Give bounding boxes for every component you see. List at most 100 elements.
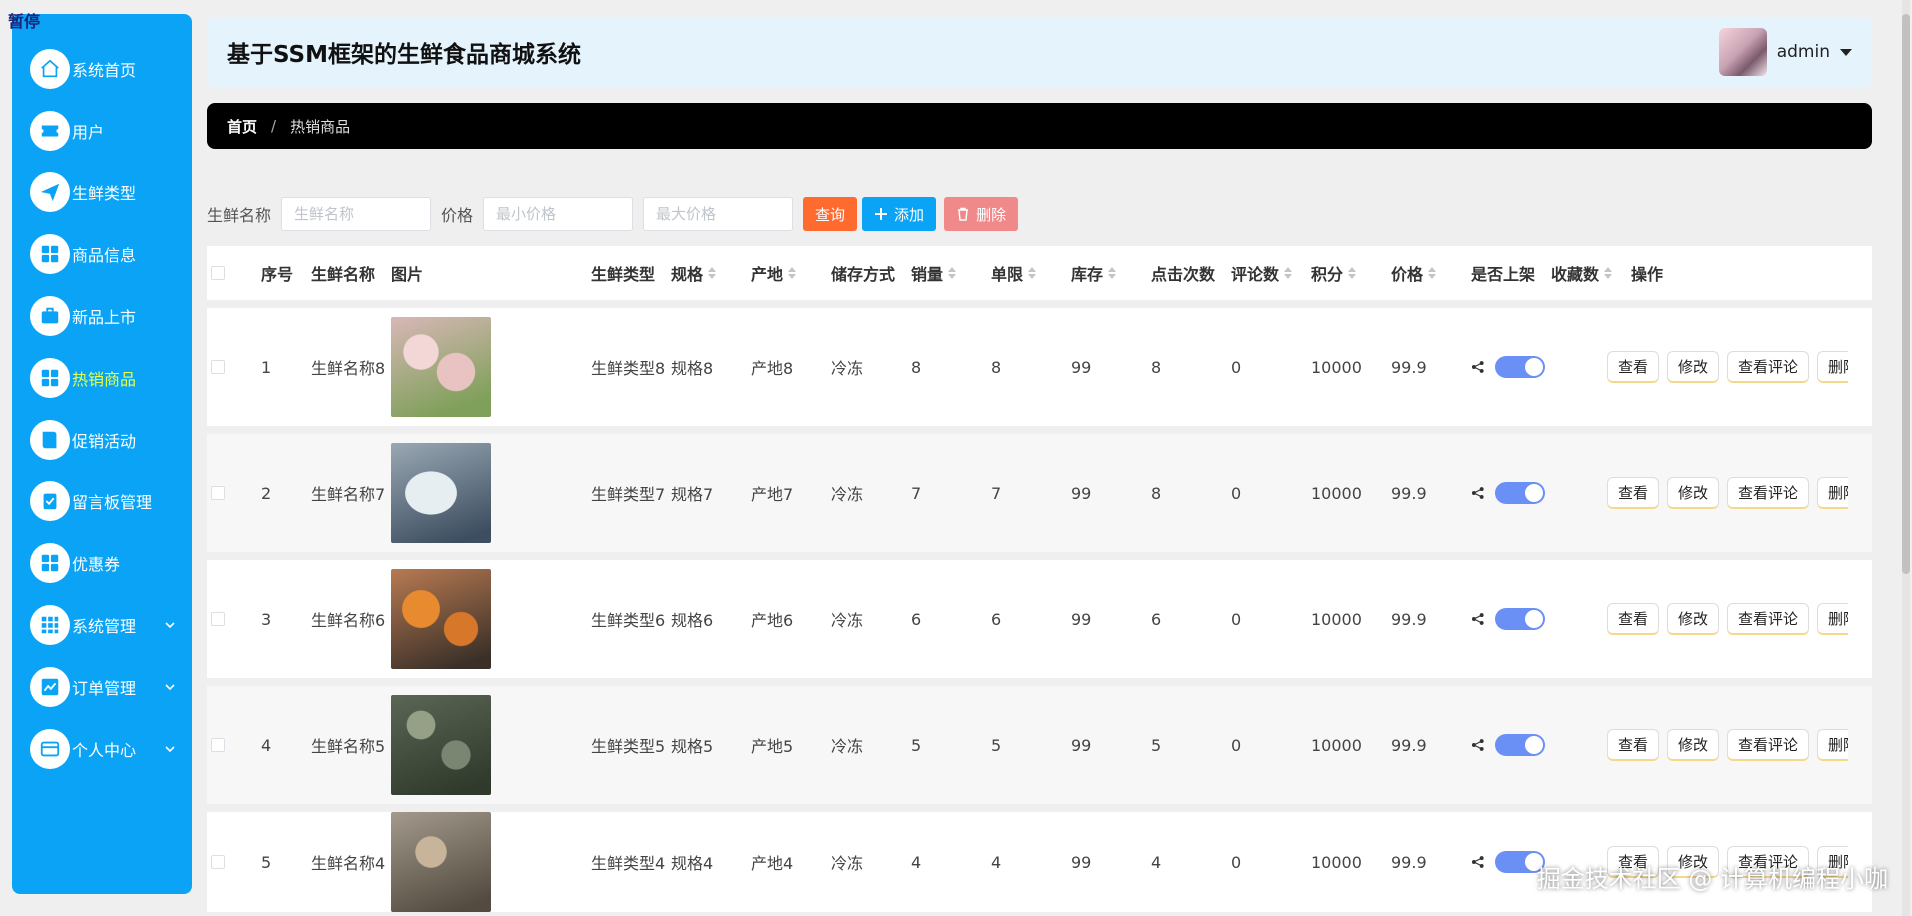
header-storage: 储存方式: [831, 261, 911, 285]
share-icon[interactable]: [1471, 855, 1485, 869]
sidebar-item-0[interactable]: 系统首页: [12, 38, 192, 100]
view-button[interactable]: 查看: [1607, 351, 1660, 383]
row-checkbox[interactable]: [211, 855, 225, 869]
breadcrumb-home[interactable]: 首页: [227, 116, 257, 137]
cell-sales: 7: [911, 484, 991, 503]
sidebar-item-2[interactable]: 生鲜类型: [12, 162, 192, 224]
clicks-value: 4: [1151, 852, 1162, 872]
row-delete-button[interactable]: 删除: [1817, 603, 1848, 635]
view-comments-button[interactable]: 查看评论: [1727, 477, 1810, 509]
sort-icon[interactable]: [788, 267, 797, 279]
share-icon[interactable]: [1471, 738, 1485, 752]
sidebar-item-4[interactable]: 新品上市: [12, 285, 192, 347]
type-value: 生鲜类型7: [591, 485, 666, 504]
avatar[interactable]: [1718, 28, 1767, 76]
sort-icon[interactable]: [1348, 267, 1357, 279]
on-shelf-toggle[interactable]: [1494, 608, 1545, 630]
price-value: 99.9: [1391, 735, 1427, 755]
sort-icon[interactable]: [948, 267, 957, 279]
header-label: 产地: [751, 265, 784, 284]
sort-icon[interactable]: [1108, 267, 1117, 279]
sort-icon[interactable]: [1604, 267, 1613, 279]
cell-name: 生鲜名称7: [311, 481, 391, 505]
sort-icon[interactable]: [1284, 267, 1293, 279]
row-checkbox[interactable]: [211, 486, 225, 500]
sidebar-item-7[interactable]: 留言板管理: [12, 471, 192, 533]
row-delete-button[interactable]: 删除: [1817, 351, 1848, 383]
row-delete-button[interactable]: 删除: [1817, 477, 1848, 509]
cell-type: 生鲜类型4: [591, 850, 671, 874]
sort-icon[interactable]: [1028, 267, 1037, 279]
chevron-down-icon[interactable]: [164, 681, 176, 693]
cell-limit: 6: [991, 610, 1071, 629]
header-label: 价格: [1391, 265, 1424, 284]
sidebar-item-1[interactable]: 用户: [12, 100, 192, 162]
cell-origin: 产地7: [751, 481, 831, 505]
sidebar-item-5[interactable]: 热销商品: [12, 347, 192, 409]
select-all-checkbox[interactable]: [211, 266, 225, 280]
search-bar: 生鲜名称 价格 查询 添加 删除: [207, 197, 1019, 231]
add-button[interactable]: 添加: [862, 197, 937, 231]
view-button[interactable]: 查看: [1607, 603, 1660, 635]
sort-icon[interactable]: [1428, 267, 1437, 279]
origin-value: 产地6: [751, 611, 794, 630]
header-label: 收藏数: [1551, 265, 1600, 284]
sort-icon[interactable]: [708, 267, 717, 279]
sidebar-item-8[interactable]: 优惠券: [12, 532, 192, 594]
header-image: 图片: [391, 261, 591, 285]
view-button[interactable]: 查看: [1607, 729, 1660, 761]
header-label: 操作: [1631, 265, 1664, 284]
edit-button[interactable]: 修改: [1667, 351, 1720, 383]
view-button[interactable]: 查看: [1607, 477, 1660, 509]
view-comments-button[interactable]: 查看评论: [1727, 729, 1810, 761]
cell-name: 生鲜名称8: [311, 355, 391, 379]
view-comments-button[interactable]: 查看评论: [1727, 603, 1810, 635]
comments-value: 0: [1231, 735, 1242, 755]
chevron-down-icon[interactable]: [164, 619, 176, 631]
username[interactable]: admin: [1777, 42, 1830, 62]
share-icon[interactable]: [1471, 486, 1485, 500]
sidebar-item-10[interactable]: 订单管理: [12, 656, 192, 718]
sidebar: 系统首页 用户 生鲜类型 商品信息 新品上市 热销商品 促销活动 留言板管理 优惠券 系统管理 订单…: [12, 14, 192, 894]
row-checkbox[interactable]: [211, 360, 225, 374]
cell-points: 10000: [1311, 610, 1391, 629]
points-value: 10000: [1311, 735, 1362, 755]
on-shelf-toggle[interactable]: [1494, 356, 1545, 378]
view-comments-button[interactable]: 查看评论: [1727, 351, 1810, 383]
edit-button[interactable]: 修改: [1667, 729, 1720, 761]
header-origin: 产地: [751, 261, 831, 285]
sidebar-item-3[interactable]: 商品信息: [12, 223, 192, 285]
chevron-down-icon[interactable]: [164, 743, 176, 755]
cell-index: 1: [261, 358, 311, 377]
min-price-input[interactable]: [483, 197, 634, 231]
edit-button[interactable]: 修改: [1667, 477, 1720, 509]
price-value: 99.9: [1391, 852, 1427, 872]
scrollbar[interactable]: [1902, 0, 1910, 916]
name-search-input[interactable]: [281, 197, 432, 231]
row-actions: 查看修改查看评论删除: [1607, 603, 1848, 635]
caret-down-icon[interactable]: [1840, 48, 1852, 56]
breadcrumb: 首页 / 热销商品: [207, 103, 1872, 149]
header-spec: 规格: [671, 261, 751, 285]
sidebar-item-11[interactable]: 个人中心: [12, 718, 192, 780]
query-button[interactable]: 查询: [803, 197, 858, 231]
max-price-input[interactable]: [643, 197, 794, 231]
row-delete-button[interactable]: 删除: [1817, 729, 1848, 761]
row-checkbox[interactable]: [211, 612, 225, 626]
edit-button[interactable]: 修改: [1667, 603, 1720, 635]
on-shelf-toggle[interactable]: [1494, 734, 1545, 756]
sidebar-item-9[interactable]: 系统管理: [12, 594, 192, 656]
share-icon[interactable]: [1471, 360, 1485, 374]
header-favorites: 收藏数: [1551, 261, 1631, 285]
on-shelf-toggle[interactable]: [1494, 482, 1545, 504]
row-checkbox[interactable]: [211, 738, 225, 752]
cell-on_shelf: [1471, 356, 1551, 378]
share-icon[interactable]: [1471, 612, 1485, 626]
cell-cb: [207, 738, 261, 752]
limit-value: 6: [991, 609, 1002, 629]
sidebar-item-6[interactable]: 促销活动: [12, 409, 192, 471]
delete-button[interactable]: 删除: [944, 197, 1019, 231]
origin-value: 产地5: [751, 737, 794, 756]
scrollbar-thumb[interactable]: [1902, 14, 1910, 574]
user-menu[interactable]: admin: [1718, 28, 1852, 76]
